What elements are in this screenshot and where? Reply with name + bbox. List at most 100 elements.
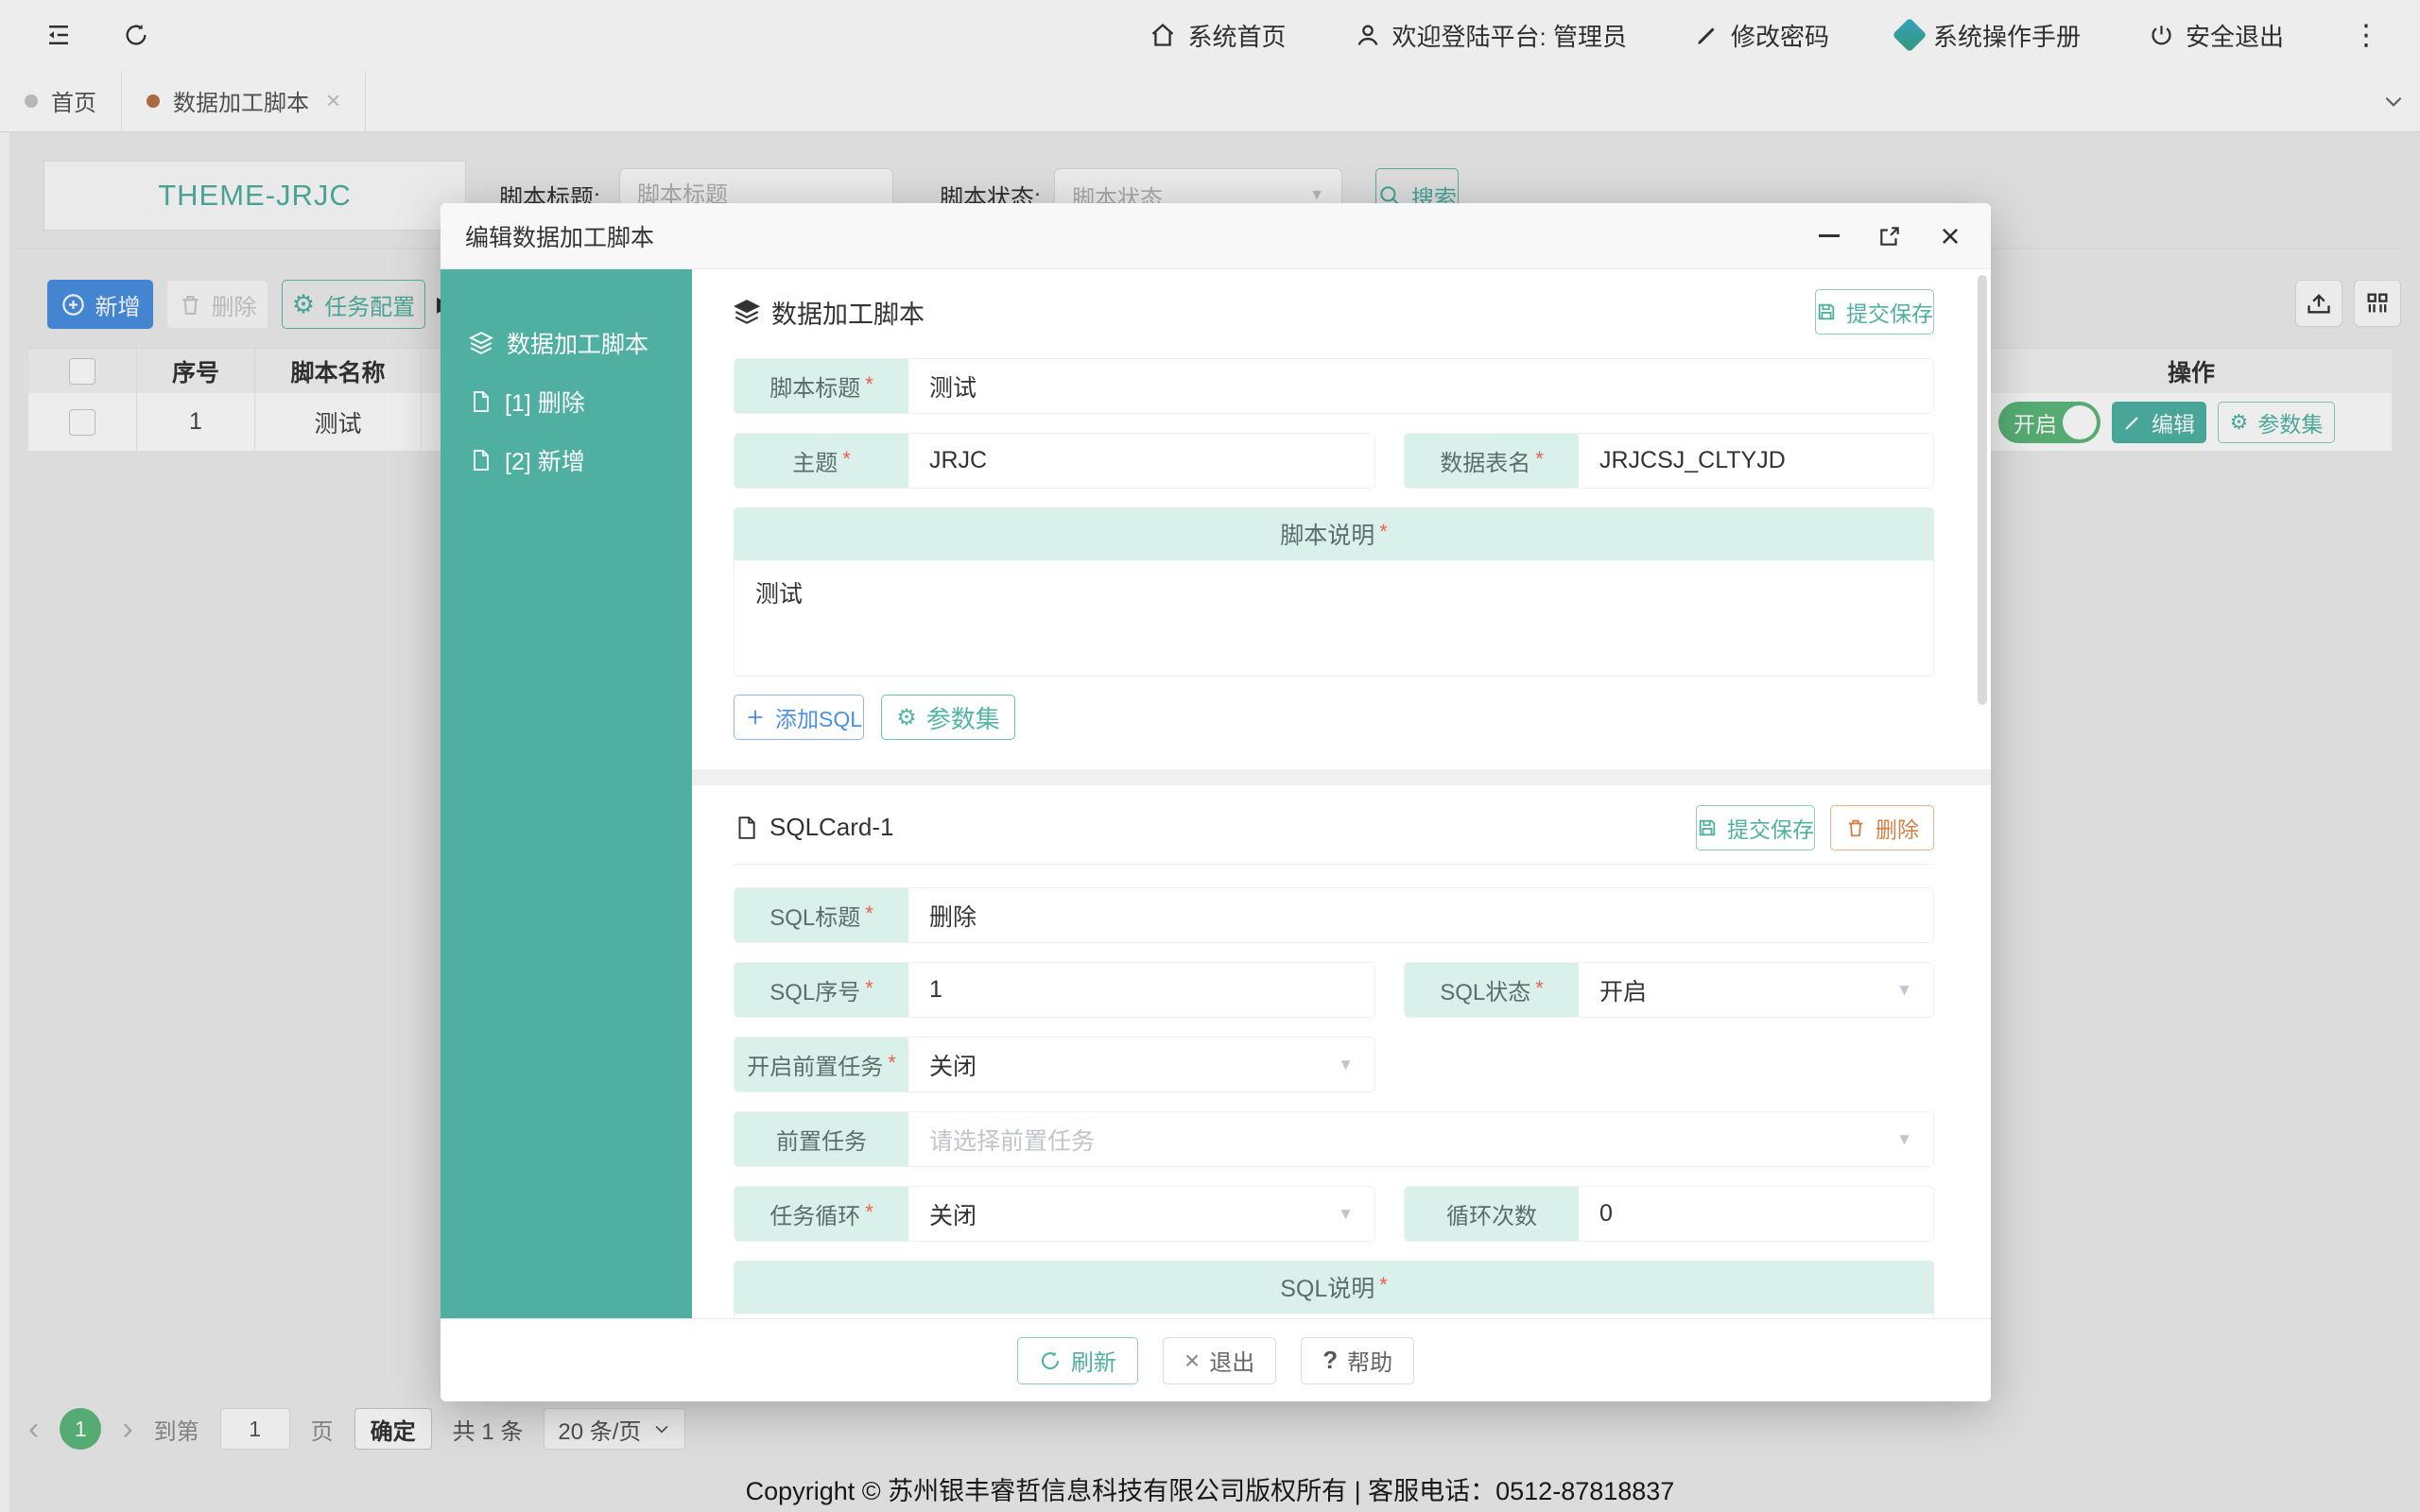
- question-icon: ?: [1322, 1346, 1338, 1375]
- document-icon: [469, 390, 492, 413]
- help-button[interactable]: ? 帮助: [1301, 1337, 1414, 1384]
- sql-delete-button[interactable]: 删除: [1830, 805, 1934, 850]
- script-desc-textarea[interactable]: 测试: [734, 560, 1934, 677]
- sql-status-field: SQL状态 * 开启 ▼: [1404, 962, 1934, 1018]
- exit-button-label: 退出: [1209, 1344, 1254, 1377]
- table-name-field: 数据表名 *: [1404, 433, 1934, 489]
- table-name-input[interactable]: [1579, 434, 1933, 488]
- sidebar-item-label: [2] 新增: [505, 443, 585, 477]
- sidebar-item-label: [1] 删除: [505, 385, 585, 419]
- sidebar-item-sql-1[interactable]: [1] 删除: [441, 381, 692, 422]
- pre-task-switch-select[interactable]: 关闭 ▼: [908, 1038, 1374, 1091]
- script-desc-header: 脚本说明 *: [734, 507, 1934, 560]
- sql-title-label: SQL标题: [769, 899, 860, 932]
- modal-footer: 刷新 × 退出 ? 帮助: [441, 1318, 1991, 1401]
- required-mark: *: [1535, 447, 1544, 472]
- pre-task-switch-label: 开启前置任务: [747, 1048, 883, 1081]
- refresh-button[interactable]: 刷新: [1017, 1337, 1138, 1384]
- theme-input[interactable]: [908, 434, 1374, 488]
- script-title-input[interactable]: [908, 359, 1933, 413]
- table-name-label: 数据表名: [1440, 444, 1530, 477]
- submit-save-button[interactable]: 提交保存: [1815, 289, 1934, 335]
- caret-down-icon: ▼: [1338, 1205, 1354, 1224]
- script-section-card: 数据加工脚本 提交保存 脚本标题 *: [692, 269, 1991, 769]
- sql-delete-label: 删除: [1876, 812, 1919, 844]
- required-mark: *: [865, 372, 873, 397]
- script-title-label: 脚本标题: [769, 369, 860, 403]
- pre-task-switch-value: 关闭: [929, 1048, 977, 1082]
- save-icon: [1816, 301, 1837, 322]
- plus-icon: [745, 707, 766, 728]
- section-title: 数据加工脚本: [771, 294, 925, 331]
- sidebar-item-sql-2[interactable]: [2] 新增: [441, 439, 692, 481]
- modal-scrollbar[interactable]: [1978, 275, 1987, 705]
- pre-task-switch-field: 开启前置任务 * 关闭 ▼: [734, 1037, 1375, 1092]
- sql-submit-save-label: 提交保存: [1727, 812, 1814, 844]
- sql-title-field: SQL标题 *: [734, 887, 1934, 943]
- document-icon: [469, 449, 492, 472]
- help-button-label: 帮助: [1347, 1344, 1392, 1377]
- close-icon[interactable]: ×: [1934, 220, 1966, 252]
- add-sql-button[interactable]: 添加SQL: [734, 695, 864, 740]
- pre-task-placeholder: 请选择前置任务: [929, 1123, 1095, 1157]
- sql-status-value: 开启: [1599, 973, 1647, 1007]
- task-loop-label: 任务循环: [769, 1197, 860, 1230]
- sql-status-select[interactable]: 开启 ▼: [1579, 963, 1933, 1017]
- sql-submit-save-button[interactable]: 提交保存: [1696, 805, 1815, 850]
- document-icon: [734, 816, 758, 840]
- script-desc-label: 脚本说明: [1280, 517, 1374, 551]
- task-loop-field: 任务循环 * 关闭 ▼: [734, 1186, 1375, 1242]
- loop-count-field: 循环次数: [1404, 1186, 1934, 1242]
- gear-icon: ⚙: [896, 704, 917, 731]
- edit-script-modal: 编辑数据加工脚本 × 数据加工脚本 [1] 删除: [441, 203, 1991, 1401]
- caret-down-icon: ▼: [1896, 981, 1912, 1000]
- sql-seq-field: SQL序号 *: [734, 962, 1375, 1018]
- save-icon: [1697, 817, 1718, 838]
- required-mark: *: [865, 1200, 873, 1225]
- refresh-button-label: 刷新: [1071, 1344, 1116, 1377]
- theme-label: 主题: [792, 444, 838, 477]
- maximize-icon[interactable]: [1874, 220, 1906, 252]
- required-mark: *: [865, 976, 873, 1001]
- pre-task-field: 前置任务 请选择前置任务 ▼: [734, 1111, 1934, 1167]
- add-sql-label: 添加SQL: [775, 701, 862, 733]
- sql-seq-label: SQL序号: [769, 973, 860, 1006]
- layers-icon: [734, 299, 760, 325]
- layers-icon: [469, 331, 493, 355]
- sql-desc-header: SQL说明 *: [734, 1261, 1934, 1314]
- required-mark: *: [1379, 1273, 1388, 1297]
- exit-button[interactable]: × 退出: [1163, 1337, 1276, 1384]
- required-mark: *: [1535, 976, 1544, 1001]
- sql-status-label: SQL状态: [1440, 973, 1530, 1006]
- required-mark: *: [865, 902, 873, 926]
- theme-field: 主题 *: [734, 433, 1375, 489]
- required-mark: *: [842, 447, 851, 472]
- param-set-label: 参数集: [926, 700, 1000, 735]
- loop-count-input[interactable]: [1579, 1187, 1933, 1241]
- task-loop-value: 关闭: [929, 1197, 977, 1231]
- trash-icon: [1845, 817, 1866, 838]
- sidebar-item-label: 数据加工脚本: [507, 326, 648, 360]
- submit-save-label: 提交保存: [1846, 296, 1933, 328]
- minimize-icon[interactable]: [1813, 220, 1845, 252]
- modal-sidebar: 数据加工脚本 [1] 删除 [2] 新增: [441, 269, 692, 1318]
- loop-count-label: 循环次数: [1446, 1197, 1537, 1230]
- sidebar-item-data-script[interactable]: 数据加工脚本: [441, 322, 692, 364]
- script-title-field: 脚本标题 *: [734, 358, 1934, 414]
- pre-task-label: 前置任务: [776, 1123, 867, 1156]
- sql-title-input[interactable]: [908, 888, 1933, 942]
- pre-task-select[interactable]: 请选择前置任务 ▼: [908, 1112, 1933, 1166]
- sql-card-title: SQLCard-1: [769, 813, 894, 842]
- sql-seq-input[interactable]: [908, 963, 1374, 1017]
- modal-header: 编辑数据加工脚本 ×: [441, 203, 1991, 269]
- caret-down-icon: ▼: [1338, 1056, 1354, 1074]
- required-mark: *: [1379, 520, 1388, 544]
- caret-down-icon: ▼: [1896, 1130, 1912, 1149]
- task-loop-select[interactable]: 关闭 ▼: [908, 1187, 1374, 1241]
- sql-desc-label: SQL说明: [1280, 1270, 1374, 1304]
- modal-main: 数据加工脚本 提交保存 脚本标题 *: [692, 269, 1991, 1318]
- sql-card: SQLCard-1 提交保存 删除: [692, 785, 1991, 1318]
- required-mark: *: [888, 1051, 896, 1075]
- param-set-button[interactable]: ⚙ 参数集: [881, 695, 1015, 740]
- close-icon: ×: [1184, 1346, 1200, 1376]
